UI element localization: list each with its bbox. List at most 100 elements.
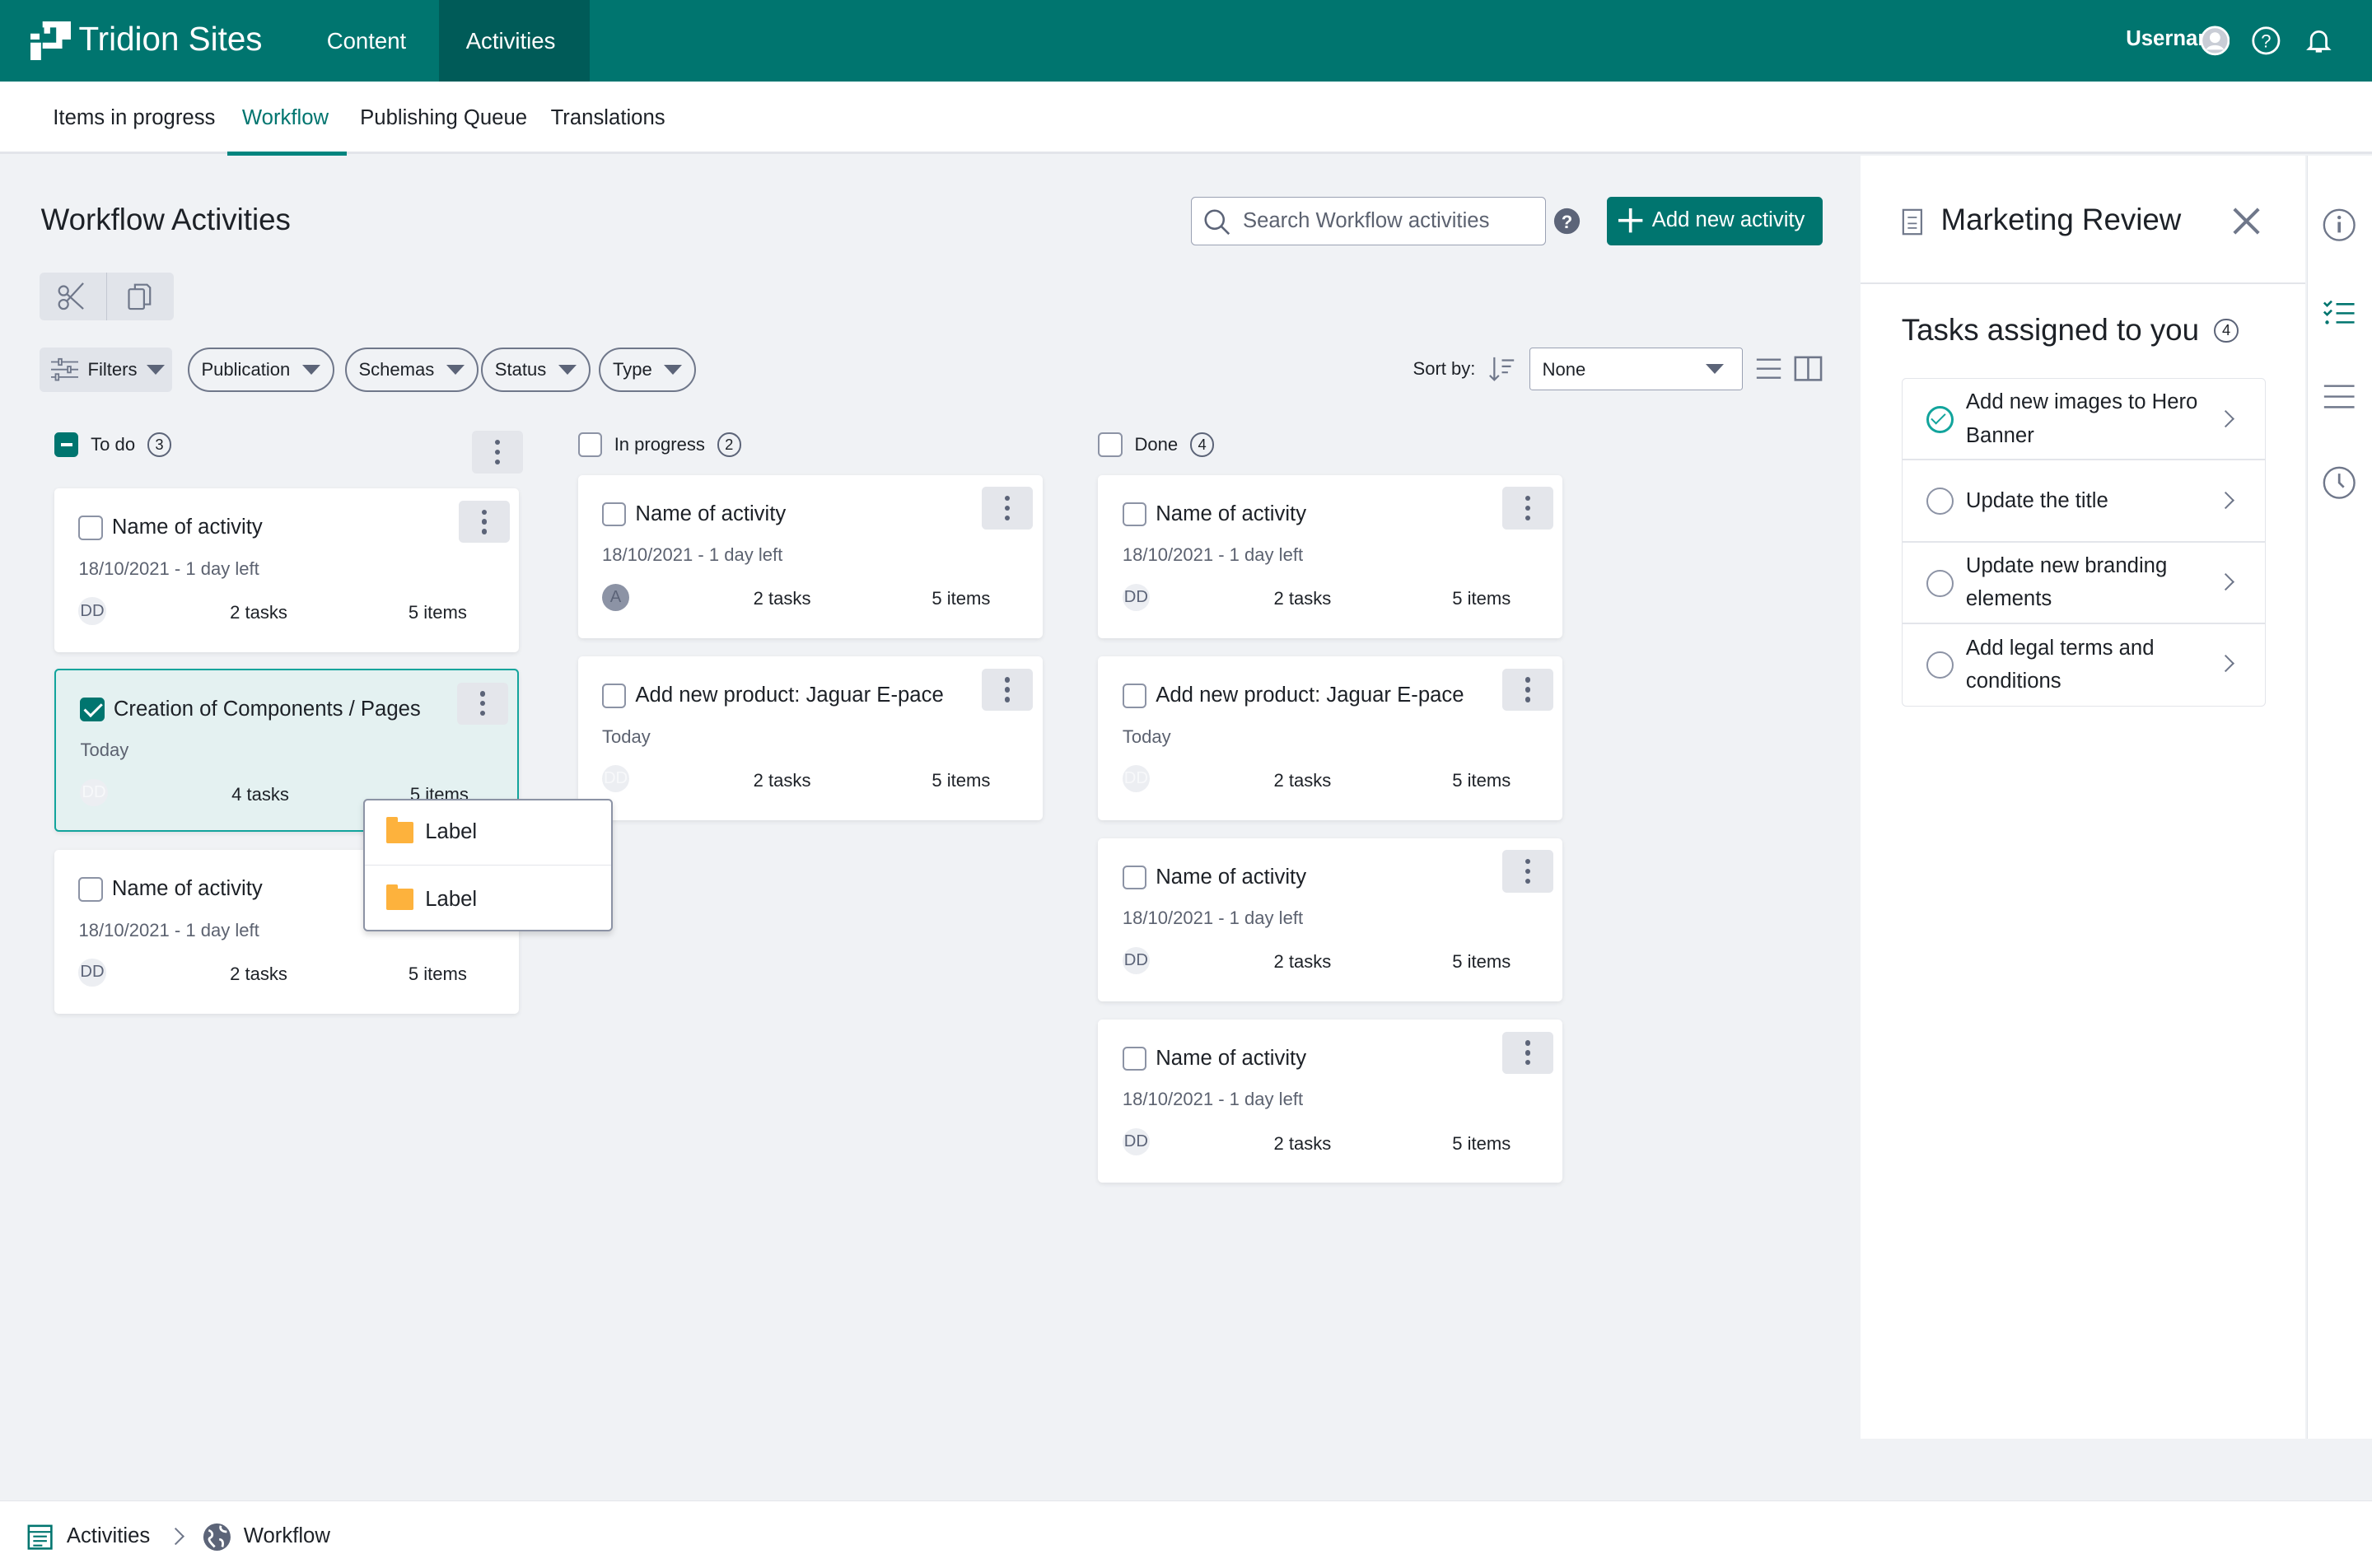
status-dropdown[interactable]: Status bbox=[481, 348, 591, 392]
card-more-button[interactable] bbox=[982, 487, 1034, 530]
context-menu-item[interactable]: Label bbox=[364, 800, 611, 866]
caret-down-icon bbox=[146, 365, 165, 375]
activity-card[interactable]: Name of activity 18/10/2021 - 1 day left D… bbox=[1098, 474, 1563, 639]
activity-card[interactable]: Name of activity 18/10/2021 - 1 day left D… bbox=[1098, 838, 1563, 1001]
activity-card[interactable]: Name of activity 18/10/2021 - 1 day left D… bbox=[54, 488, 519, 652]
nav-content[interactable]: Content bbox=[300, 0, 434, 82]
card-checkbox[interactable] bbox=[1122, 865, 1147, 889]
copy-icon[interactable] bbox=[124, 282, 155, 312]
column-title: In progress bbox=[614, 433, 705, 455]
card-checkbox[interactable] bbox=[1122, 684, 1147, 708]
task-complete-icon[interactable] bbox=[1926, 406, 1954, 434]
info-icon[interactable] bbox=[2323, 208, 2356, 242]
column-count-badge: 4 bbox=[1189, 432, 1215, 457]
tab-translations[interactable]: Translations bbox=[551, 106, 665, 130]
checklist-document-icon bbox=[1902, 209, 1922, 236]
dot bbox=[1005, 515, 1011, 521]
column-more-button[interactable] bbox=[472, 431, 524, 474]
brand-name[interactable]: Tridion Sites bbox=[79, 20, 263, 58]
sort-direction-icon[interactable] bbox=[1488, 356, 1515, 383]
board-view-icon[interactable] bbox=[1794, 356, 1823, 381]
task-list-icon[interactable] bbox=[2323, 298, 2356, 329]
task-row[interactable]: Update new branding elements bbox=[1902, 543, 2266, 624]
schemas-dropdown[interactable]: Schemas bbox=[344, 348, 479, 392]
breadcrumb-activities[interactable]: Activities bbox=[67, 1524, 150, 1548]
filters-button[interactable]: Filters bbox=[39, 348, 173, 392]
card-more-button[interactable] bbox=[1501, 1031, 1554, 1075]
card-more-button[interactable] bbox=[1501, 487, 1554, 530]
task-row[interactable]: Update the title bbox=[1902, 460, 2266, 543]
caret-down-icon bbox=[1705, 363, 1724, 374]
task-label: Add legal terms and conditions bbox=[1965, 636, 2155, 693]
card-checkbox[interactable] bbox=[602, 502, 627, 527]
panel-title: Marketing Review bbox=[1940, 203, 2182, 237]
card-checkbox[interactable] bbox=[80, 697, 105, 722]
bell-icon[interactable] bbox=[2304, 26, 2334, 56]
column-select-checkbox[interactable] bbox=[1098, 432, 1123, 457]
help-icon[interactable]: ? bbox=[2251, 26, 2281, 56]
card-tasks-count: 2 tasks bbox=[1273, 769, 1332, 791]
card-checkbox[interactable] bbox=[78, 877, 103, 902]
context-menu-item[interactable]: Label bbox=[365, 867, 611, 932]
task-label: Update the title bbox=[1965, 488, 2108, 512]
column-select-checkbox[interactable] bbox=[577, 432, 602, 457]
sort-label: Sort by: bbox=[1412, 358, 1476, 380]
card-title: Name of activity bbox=[111, 516, 263, 539]
menu-icon[interactable] bbox=[2323, 383, 2356, 410]
card-date: 18/10/2021 - 1 day left bbox=[1122, 544, 1304, 566]
globe-icon bbox=[203, 1523, 231, 1551]
menu-item-label: Label bbox=[425, 820, 478, 844]
search-input[interactable]: Search Workflow activities bbox=[1190, 196, 1547, 245]
dot bbox=[481, 519, 487, 525]
avatar-icon[interactable] bbox=[2200, 26, 2230, 56]
card-more-button[interactable] bbox=[1501, 850, 1554, 893]
dot bbox=[1005, 687, 1011, 693]
card-more-button[interactable] bbox=[458, 500, 510, 544]
activities-icon bbox=[27, 1524, 53, 1550]
column-title: Done bbox=[1134, 433, 1179, 455]
dot bbox=[1525, 858, 1531, 865]
history-clock-icon[interactable] bbox=[2323, 466, 2356, 499]
activity-card[interactable]: Name of activity 18/10/2021 - 1 day left A… bbox=[577, 474, 1043, 639]
card-date: 18/10/2021 - 1 day left bbox=[1122, 1089, 1304, 1110]
publication-dropdown[interactable]: Publication bbox=[187, 348, 334, 392]
tridion-logo-icon bbox=[30, 21, 72, 61]
list-view-icon[interactable] bbox=[1755, 357, 1782, 380]
type-dropdown[interactable]: Type bbox=[599, 348, 697, 392]
sort-select[interactable]: None bbox=[1529, 348, 1743, 390]
tab-publishing-queue[interactable]: Publishing Queue bbox=[360, 106, 527, 130]
task-radio[interactable] bbox=[1926, 488, 1954, 516]
dot bbox=[1525, 868, 1531, 875]
task-radio[interactable] bbox=[1926, 569, 1954, 597]
card-more-button[interactable] bbox=[982, 668, 1034, 712]
tab-items-in-progress[interactable]: Items in progress bbox=[53, 106, 215, 130]
activity-card[interactable]: Name of activity 18/10/2021 - 1 day left D… bbox=[1098, 1019, 1563, 1183]
assignee-avatar: DD bbox=[80, 779, 108, 807]
card-date: 18/10/2021 - 1 day left bbox=[602, 544, 783, 566]
assignee-avatar: A bbox=[602, 583, 630, 611]
cut-icon[interactable] bbox=[56, 282, 86, 312]
dot bbox=[1525, 878, 1531, 884]
tab-workflow[interactable]: Workflow bbox=[242, 106, 329, 130]
task-row[interactable]: Add legal terms and conditions bbox=[1903, 624, 2266, 706]
card-items-count: 5 items bbox=[408, 602, 467, 623]
card-tasks-count: 2 tasks bbox=[753, 588, 811, 609]
column-select-checkbox[interactable] bbox=[54, 432, 79, 457]
card-checkbox[interactable] bbox=[1122, 1047, 1147, 1071]
column-title: To do bbox=[91, 433, 136, 455]
card-more-button[interactable] bbox=[1501, 668, 1554, 712]
close-icon[interactable] bbox=[2233, 208, 2260, 235]
help-circle-icon[interactable]: ? bbox=[1553, 208, 1581, 235]
activity-card[interactable]: Add new product: Jaguar E-pace Today DD 2 t… bbox=[577, 656, 1043, 820]
task-row[interactable]: Add new images to Hero Banner bbox=[1902, 379, 2266, 461]
card-checkbox[interactable] bbox=[1122, 502, 1147, 527]
assignee-avatar: DD bbox=[78, 597, 106, 625]
activity-card[interactable]: Add new product: Jaguar E-pace Today DD 2 t… bbox=[1098, 656, 1563, 820]
nav-activities[interactable]: Activities bbox=[438, 0, 591, 82]
card-checkbox[interactable] bbox=[78, 516, 103, 540]
add-new-activity-button[interactable]: Add new activity bbox=[1606, 196, 1823, 245]
task-radio[interactable] bbox=[1926, 651, 1954, 679]
card-more-button[interactable] bbox=[456, 682, 508, 725]
card-checkbox[interactable] bbox=[602, 684, 627, 708]
breadcrumb-workflow[interactable]: Workflow bbox=[244, 1524, 330, 1548]
